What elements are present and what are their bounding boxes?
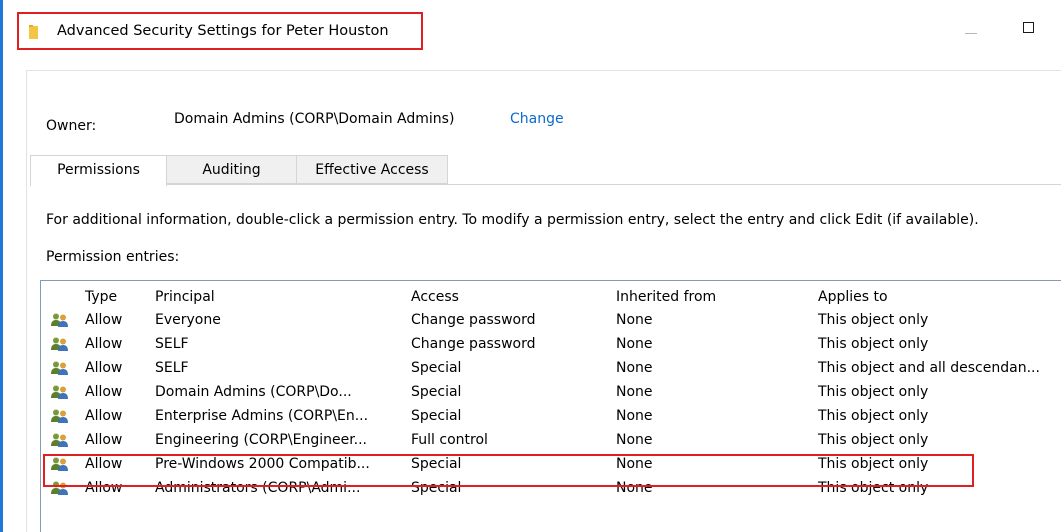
cell-principal: Engineering (CORP\Engineer... — [155, 432, 368, 448]
cell-type: Allow — [85, 432, 123, 448]
window-title: Advanced Security Settings for Peter Hou… — [57, 23, 389, 39]
users-icon — [51, 409, 68, 423]
cell-type: Allow — [85, 456, 123, 472]
table-row[interactable]: Allow Everyone Change password None This… — [41, 309, 1061, 333]
cell-type: Allow — [85, 384, 123, 400]
table-row[interactable]: Allow Administrators (CORP\Admi... Speci… — [41, 477, 1061, 501]
cell-applies-to: This object only — [818, 312, 929, 328]
table-row[interactable]: Allow SELF Change password None This obj… — [41, 333, 1061, 357]
cell-applies-to: This object only — [818, 384, 929, 400]
cell-principal: SELF — [155, 360, 189, 376]
cell-applies-to: This object only — [818, 432, 929, 448]
users-icon — [51, 457, 68, 471]
owner-label: Owner: — [46, 118, 97, 134]
tab-permissions[interactable]: Permissions — [30, 155, 167, 186]
cell-principal: Pre-Windows 2000 Compatib... — [155, 456, 370, 472]
cell-applies-to: This object only — [818, 456, 929, 472]
cell-inherited-from: None — [616, 384, 653, 400]
folder-icon — [29, 25, 38, 39]
cell-access: Special — [411, 408, 462, 424]
users-icon — [51, 385, 68, 399]
cell-type: Allow — [85, 360, 123, 376]
info-text: For additional information, double-click… — [46, 212, 979, 228]
tab-strip: Permissions Auditing Effective Access — [30, 155, 1061, 186]
cell-applies-to: This object only — [818, 480, 929, 496]
title-highlight-box: Advanced Security Settings for Peter Hou… — [17, 12, 423, 50]
cell-type: Allow — [85, 408, 123, 424]
cell-type: Allow — [85, 312, 123, 328]
cell-principal: SELF — [155, 336, 189, 352]
permission-entries-label: Permission entries: — [46, 249, 180, 265]
column-header-inherited-from[interactable]: Inherited from — [616, 289, 716, 305]
cell-access: Special — [411, 456, 462, 472]
column-header-type[interactable]: Type — [85, 289, 117, 305]
table-row[interactable]: Allow Domain Admins (CORP\Do... Special … — [41, 381, 1061, 405]
cell-inherited-from: None — [616, 312, 653, 328]
cell-inherited-from: None — [616, 432, 653, 448]
cell-applies-to: This object only — [818, 336, 929, 352]
table-row[interactable]: Allow SELF Special None This object and … — [41, 357, 1061, 381]
cell-access: Change password — [411, 312, 536, 328]
change-owner-link[interactable]: Change — [510, 111, 564, 127]
tab-divider — [30, 184, 1061, 185]
cell-type: Allow — [85, 480, 123, 496]
title-bar[interactable]: Advanced Security Settings for Peter Hou… — [3, 0, 1061, 63]
column-header-access[interactable]: Access — [411, 289, 459, 305]
tab-auditing[interactable]: Auditing — [167, 155, 297, 184]
cell-principal: Enterprise Admins (CORP\En... — [155, 408, 369, 424]
table-row[interactable]: Allow Enterprise Admins (CORP\En... Spec… — [41, 405, 1061, 429]
cell-principal: Domain Admins (CORP\Do... — [155, 384, 352, 400]
minimize-button[interactable] — [963, 17, 983, 37]
permission-entries-table[interactable]: Type Principal Access Inherited from App… — [40, 280, 1061, 532]
table-row[interactable]: Allow Engineering (CORP\Engineer... Full… — [41, 429, 1061, 453]
cell-principal: Administrators (CORP\Admi... — [155, 480, 361, 496]
cell-inherited-from: None — [616, 360, 653, 376]
window-edge-accent — [0, 0, 3, 532]
cell-access: Special — [411, 384, 462, 400]
column-header-applies-to[interactable]: Applies to — [818, 289, 888, 305]
cell-access: Special — [411, 360, 462, 376]
cell-access: Change password — [411, 336, 536, 352]
maximize-button[interactable] — [1023, 22, 1034, 33]
tab-effective-access[interactable]: Effective Access — [297, 155, 448, 184]
cell-access: Special — [411, 480, 462, 496]
users-icon — [51, 361, 68, 375]
table-header: Type Principal Access Inherited from App… — [41, 281, 1061, 309]
column-header-principal[interactable]: Principal — [155, 289, 215, 305]
users-icon — [51, 337, 68, 351]
cell-inherited-from: None — [616, 480, 653, 496]
cell-inherited-from: None — [616, 336, 653, 352]
cell-access: Full control — [411, 432, 488, 448]
cell-inherited-from: None — [616, 408, 653, 424]
users-icon — [51, 481, 68, 495]
cell-applies-to: This object only — [818, 408, 929, 424]
cell-applies-to: This object and all descendan... — [818, 360, 1040, 376]
table-row[interactable]: Allow Pre-Windows 2000 Compatib... Speci… — [41, 453, 1061, 477]
users-icon — [51, 313, 68, 327]
users-icon — [51, 433, 68, 447]
cell-type: Allow — [85, 336, 123, 352]
cell-inherited-from: None — [616, 456, 653, 472]
owner-value: Domain Admins (CORP\Domain Admins) — [174, 111, 455, 127]
cell-principal: Everyone — [155, 312, 221, 328]
